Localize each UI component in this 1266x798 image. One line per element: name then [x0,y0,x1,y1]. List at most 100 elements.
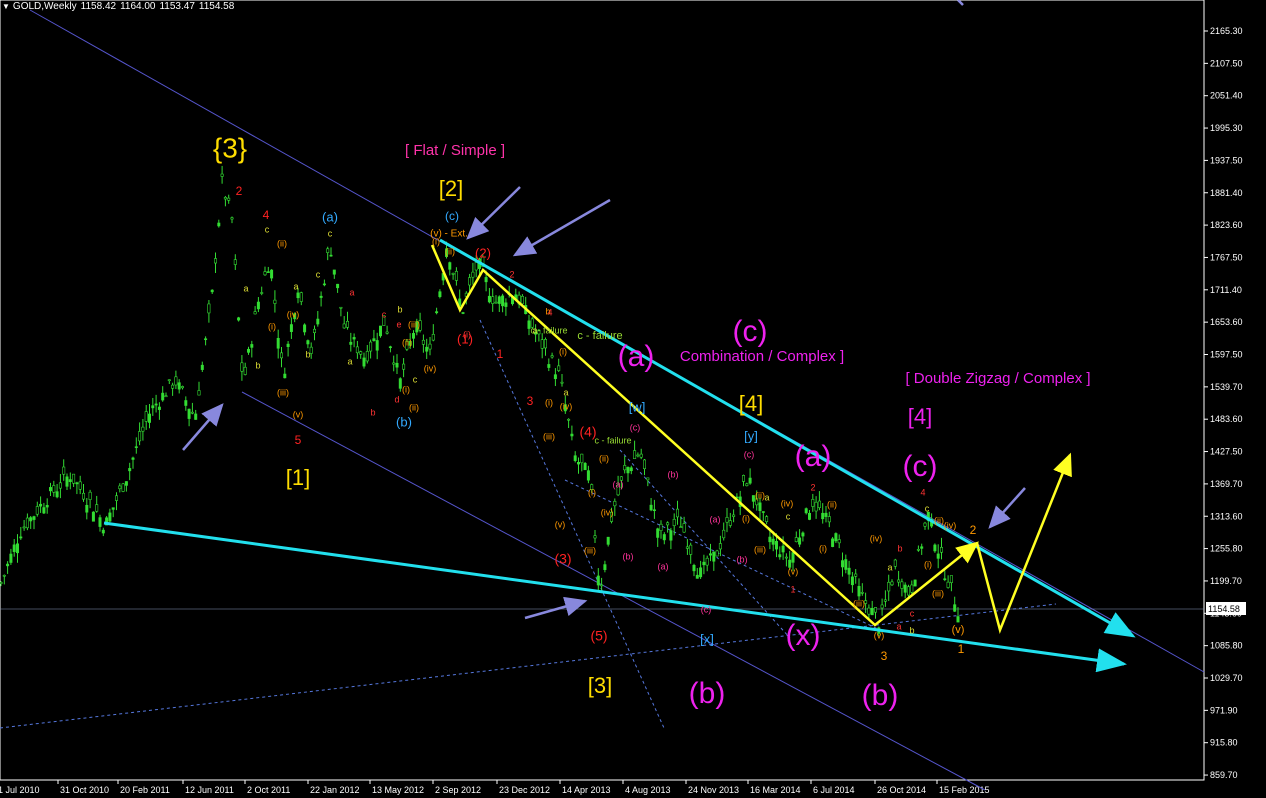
candle-body [2,574,6,577]
candle-body [289,324,293,332]
candle-body [784,556,788,559]
y-tick-label: 1823.60 [1210,220,1243,230]
wave-label: [ Double Zigzag / Complex ] [905,370,1090,387]
candle-body [184,400,188,406]
sub-wave-label: 2 [509,269,514,279]
candle-body [161,392,165,401]
candle-body [543,339,547,349]
y-tick-label: 2051.40 [1210,91,1243,101]
candle-body [623,465,627,471]
candle-body [939,547,943,553]
wave-label: (c) [445,209,459,223]
candle-body [402,363,406,370]
candle-body [141,426,145,432]
candle-body [58,482,62,489]
candle-body [603,564,607,570]
wave-label: (2) [475,245,491,260]
candle-body [722,529,726,539]
wave-label: [2] [439,176,463,201]
candle-body [550,355,554,358]
candle-body [428,343,432,350]
sub-wave-label: (iv) [601,507,614,517]
wave-label: [ Flat / Simple ] [405,142,505,159]
sub-wave-label: (iv) [781,498,794,508]
candle-body [695,574,699,579]
x-tick-label: 13 May 2012 [372,785,424,795]
candle-body [336,283,340,289]
candle-body [72,473,76,484]
candle-body [659,523,663,532]
candle-body [923,522,927,527]
candle-body [474,262,478,271]
candle-body [25,517,29,529]
sub-wave-label: b [255,360,260,370]
sub-wave-label: c [910,608,915,618]
sub-wave-label: (i) [819,543,827,553]
header-high: 1164.00 [120,1,156,12]
candle-body [52,485,56,493]
sub-wave-label: c [786,511,791,521]
candle-body [596,575,600,586]
candle-body [824,512,828,517]
sub-wave-label: (i) [742,513,750,523]
candle-body [953,604,957,612]
sub-wave-label: c - failure [530,325,567,335]
candle-body [910,584,914,593]
candle-body [570,433,574,437]
wave-label: 1 [958,642,965,656]
candle-body [247,348,251,353]
candle-body [388,346,392,349]
candle-body [461,312,465,314]
y-tick-label: 1483.60 [1210,414,1243,424]
candle-body [250,344,254,348]
candle-body [256,301,260,310]
candle-body [194,413,198,420]
header-dropdown-icon[interactable]: ▼ [2,2,10,11]
wave-label: (b) [689,677,726,710]
candle-body [765,516,769,522]
sub-wave-label: b [897,543,902,553]
candle-body [484,277,488,283]
candle-body [646,477,650,481]
sub-wave-label: d [394,394,399,404]
candle-body [778,554,782,558]
candle-body [253,311,257,315]
candle-body [560,381,564,384]
candle-body [91,511,95,522]
candle-body [210,289,214,293]
candle-body [233,259,237,265]
sub-wave-label: e [396,319,401,329]
candle-body [880,604,884,609]
candle-body [741,475,745,482]
candle-body [887,581,891,592]
candle-body [933,544,937,552]
sub-wave-label: (i) [402,384,410,394]
candle-body [266,271,270,273]
candle-body [639,453,643,458]
candle-body [873,607,877,613]
x-tick-label: 6 Jul 2014 [813,785,855,795]
candle-body [897,579,901,583]
candle-body [633,450,637,459]
wave-label: [w] [629,399,646,414]
candle-body [431,334,435,341]
candle-body [157,406,161,410]
x-tick-label: 22 Jan 2012 [310,785,360,795]
candle-body [854,573,858,577]
candle-body [454,271,458,281]
candle-body [807,512,811,520]
header-low: 1153.47 [159,1,195,12]
wave-label: Combination / Complex ] [680,348,844,365]
x-tick-label: 15 Feb 2015 [939,785,990,795]
sub-wave-label: c [925,503,930,513]
candle-body [425,346,429,352]
candle-body [326,248,330,253]
header-close: 1154.58 [198,1,235,12]
candle-body [134,446,138,448]
y-tick-label: 2107.50 [1210,58,1243,68]
wave-label: [4] [739,391,763,416]
candle-body [557,365,561,371]
candle-body [870,607,874,616]
wave-label: (a) [322,209,338,224]
wave-label: c - failure [577,330,622,342]
